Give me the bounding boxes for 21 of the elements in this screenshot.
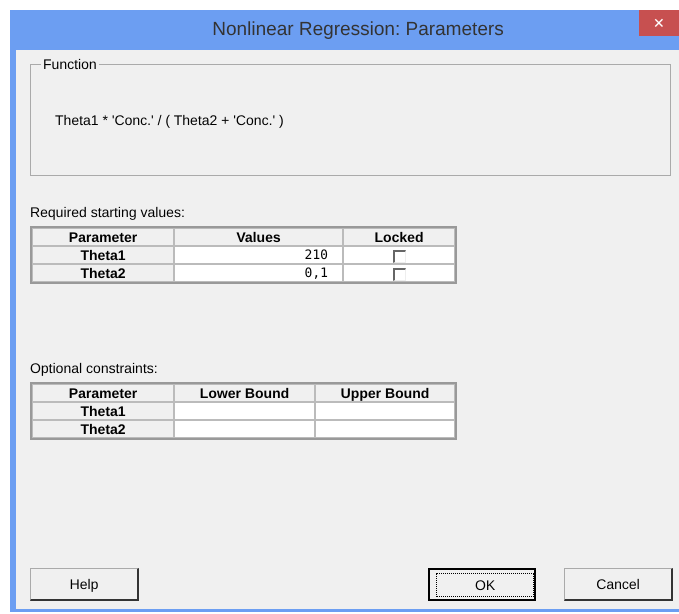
value-cell[interactable]: 210 [174,246,343,264]
close-button[interactable]: ✕ [639,10,679,36]
help-button[interactable]: Help [30,568,139,601]
value-cell[interactable]: 0,1 [174,264,343,282]
column-header: Lower Bound [174,384,315,402]
row-header: Theta2 [32,264,174,282]
column-header: Parameter [32,228,174,246]
row-header: Theta1 [32,402,174,420]
column-header: Locked [343,228,455,246]
window-title: Nonlinear Regression: Parameters [212,19,504,41]
section-label: Optional constraints: [30,360,159,376]
ok-button[interactable]: OK [428,568,536,601]
column-header: Upper Bound [315,384,455,402]
column-header: Parameter [32,384,174,402]
function-expression: Theta1 * 'Conc.' / ( Theta2 + 'Conc.' ) [55,112,284,128]
group-label: Function [42,56,98,72]
section-label: Required starting values: [30,204,186,220]
cancel-button[interactable]: Cancel [564,568,673,601]
column-header: Values [174,228,343,246]
row-header: Theta1 [32,246,174,264]
row-header: Theta2 [32,420,174,438]
